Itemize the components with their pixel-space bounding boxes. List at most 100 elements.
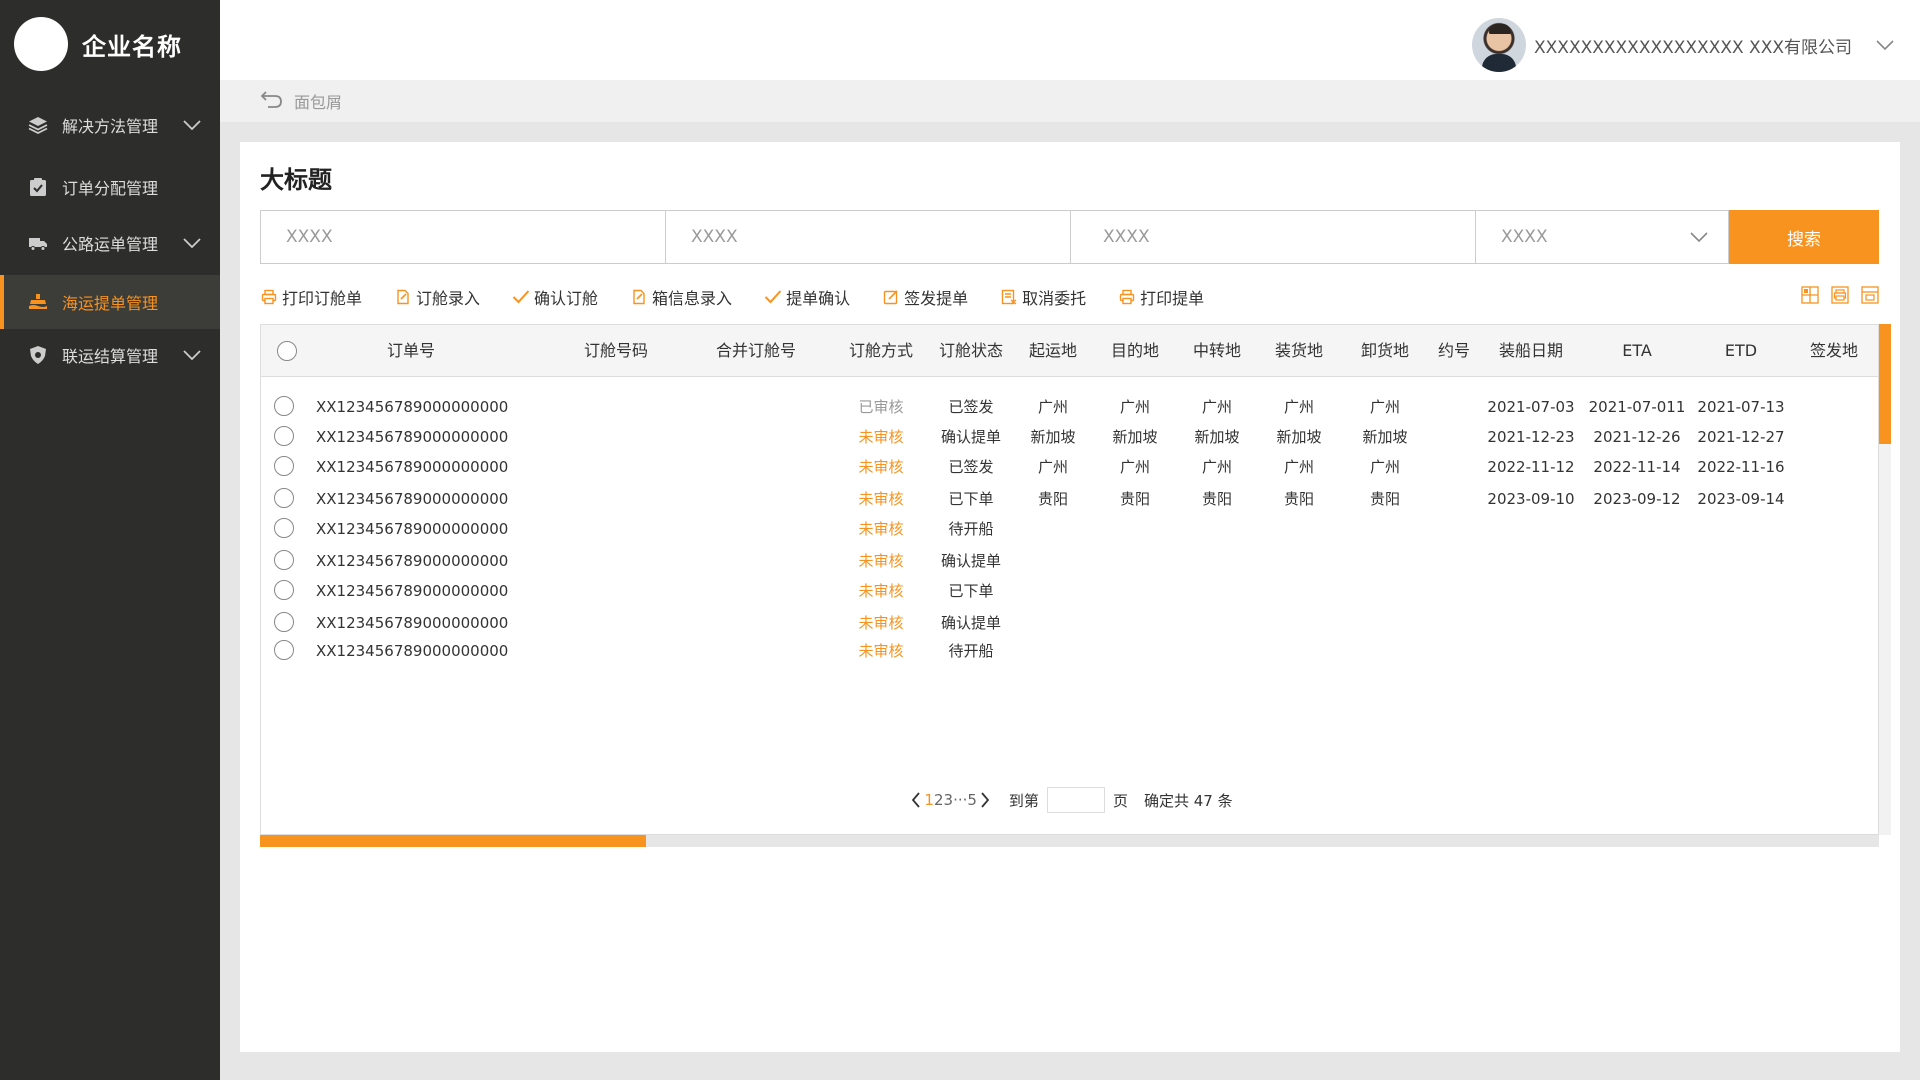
print-icon[interactable] [1830, 285, 1850, 305]
sidebar-item-intermodal-settlement[interactable]: 联运结算管理 [0, 328, 220, 382]
cell-review: 未审核 [858, 458, 904, 476]
search-input-1[interactable] [286, 227, 665, 247]
back-icon[interactable] [260, 89, 284, 113]
cell-unloading [1343, 545, 1427, 577]
issue-bill-button[interactable]: 签发提单 [882, 285, 968, 309]
print-booking-button[interactable]: 打印订舱单 [260, 285, 362, 309]
sidebar-item-label: 解决方法管理 [62, 117, 159, 136]
chevron-down-icon[interactable] [174, 350, 210, 360]
horizontal-scrollbar[interactable] [260, 835, 1879, 847]
table-row[interactable]: XX123456789000000000 未审核 已签发 广州 广州 广州 广州 广州 2022… [261, 451, 1878, 483]
cell-unloading [1343, 575, 1427, 607]
col-merged-no-header[interactable]: 合并订舱号 [681, 325, 831, 377]
row-select-radio[interactable] [274, 396, 294, 416]
cell-order-no: XX123456789000000000 [316, 582, 509, 600]
cell-destination [1095, 635, 1175, 667]
cell-destination: 贵阳 [1119, 490, 1150, 508]
vertical-scrollbar[interactable] [1879, 324, 1891, 835]
col-unloading-header[interactable]: 卸货地 [1343, 325, 1427, 377]
tool-label: 确认订舱 [534, 289, 599, 308]
cell-status: 确认提单 [940, 428, 1001, 446]
row-select-radio[interactable] [274, 456, 294, 476]
search-select[interactable]: XXXX [1475, 210, 1729, 264]
row-select-radio[interactable] [274, 518, 294, 538]
sidebar-item-order-allocation[interactable]: 订单分配管理 [0, 160, 220, 214]
avatar[interactable] [1472, 18, 1527, 72]
col-contract-no-header[interactable]: 约号 [1429, 325, 1479, 377]
col-origin-header[interactable]: 起运地 [1013, 325, 1093, 377]
cell-order-no: XX123456789000000000 [316, 458, 509, 476]
cell-review: 未审核 [858, 490, 904, 508]
chevron-down-icon[interactable] [174, 120, 210, 130]
row-select-radio[interactable] [274, 488, 294, 508]
cell-origin: 新加坡 [1030, 428, 1076, 446]
page-2[interactable]: 2 [934, 791, 944, 809]
row-select-radio[interactable] [274, 580, 294, 600]
print-bill-button[interactable]: 打印提单 [1118, 285, 1204, 309]
search-field-1[interactable] [260, 210, 666, 264]
table-row[interactable]: XX123456789000000000 未审核 待开船 [261, 635, 1878, 667]
sidebar-item-label: 订单分配管理 [62, 179, 159, 198]
search-button[interactable]: 搜索 [1729, 210, 1879, 264]
cell-review: 未审核 [858, 428, 904, 446]
col-etd-header[interactable]: ETD [1691, 325, 1791, 377]
table-row[interactable]: XX123456789000000000 未审核 待开船 [261, 513, 1878, 545]
sidebar-item-sea-bill[interactable]: 海运提单管理 [0, 275, 220, 329]
search-input-2[interactable] [691, 227, 1070, 247]
col-eta-header[interactable]: ETA [1587, 325, 1687, 377]
user-menu[interactable]: XXXXXXXXXXXXXXXXXX XXX有限公司 [1472, 18, 1896, 72]
col-transit-header[interactable]: 中转地 [1177, 325, 1257, 377]
sidebar-item-road-waybill[interactable]: 公路运单管理 [0, 216, 220, 270]
cell-loading [1259, 635, 1339, 667]
bill-confirm-button[interactable]: 提单确认 [764, 285, 850, 309]
cell-loading: 广州 [1283, 398, 1314, 416]
row-select-radio[interactable] [274, 426, 294, 446]
cancel-entrust-button[interactable]: 取消委托 [1000, 285, 1086, 309]
chevron-right-icon[interactable] [977, 792, 993, 808]
table-row[interactable]: XX123456789000000000 未审核 确认提单 [261, 545, 1878, 577]
row-select-radio[interactable] [274, 640, 294, 660]
pagination-summary[interactable]: 确定共 47 条 [1144, 790, 1233, 811]
page-number-input[interactable] [1046, 787, 1105, 813]
tool-label: 订舱录入 [416, 289, 481, 308]
cell-review: 未审核 [858, 552, 904, 570]
col-issue-place-header[interactable]: 签发地 [1791, 325, 1877, 377]
chevron-down-icon[interactable] [1874, 40, 1896, 50]
page-3[interactable]: 3 [944, 791, 954, 809]
row-select-radio[interactable] [274, 550, 294, 570]
table-row[interactable]: XX123456789000000000 已审核 已签发 广州 广州 广州 广州 广州 2021… [261, 391, 1878, 423]
vertical-scrollbar-thumb[interactable] [1879, 324, 1891, 444]
cell-ship-date [1481, 545, 1581, 577]
chevron-left-icon[interactable] [908, 792, 924, 808]
breadcrumb-text[interactable]: 面包屑 [294, 89, 342, 113]
col-ship-date-header[interactable]: 装船日期 [1481, 325, 1581, 377]
page-1[interactable]: 1 [924, 791, 934, 809]
row-select-radio[interactable] [274, 612, 294, 632]
col-booking-no-header[interactable]: 订舱号码 [551, 325, 681, 377]
col-booking-method-header[interactable]: 订舱方式 [831, 325, 931, 377]
brand: 企业名称 [14, 16, 182, 72]
container-info-entry-button[interactable]: 箱信息录入 [630, 285, 732, 309]
grid-view-icon[interactable] [1800, 285, 1820, 305]
search-field-3[interactable] [1070, 210, 1476, 264]
cell-status: 已下单 [948, 582, 994, 600]
col-order-no-header[interactable]: 订单号 [321, 325, 501, 377]
col-loading-header[interactable]: 装货地 [1259, 325, 1339, 377]
search-input-3[interactable] [1103, 227, 1475, 247]
col-destination-header[interactable]: 目的地 [1095, 325, 1175, 377]
horizontal-scrollbar-thumb[interactable] [260, 835, 646, 847]
search-field-2[interactable] [665, 210, 1071, 264]
table-row[interactable]: XX123456789000000000 未审核 已下单 [261, 575, 1878, 607]
ship-icon [28, 292, 48, 312]
select-all-radio[interactable] [277, 341, 297, 361]
page-last[interactable]: 5 [967, 791, 977, 809]
booking-entry-button[interactable]: 订舱录入 [394, 285, 480, 309]
confirm-booking-button[interactable]: 确认订舱 [512, 285, 598, 309]
chevron-down-icon[interactable] [174, 238, 210, 248]
sidebar-item-solutions[interactable]: 解决方法管理 [0, 98, 220, 152]
table-row[interactable]: XX123456789000000000 未审核 确认提单 新加坡 新加坡 新加坡 新加坡 新… [261, 421, 1878, 453]
col-booking-status-header[interactable]: 订舱状态 [931, 325, 1011, 377]
table-row[interactable]: XX123456789000000000 未审核 已下单 贵阳 贵阳 贵阳 贵阳 贵阳 2023… [261, 483, 1878, 515]
cell-status: 已签发 [948, 458, 994, 476]
export-icon[interactable] [1860, 285, 1880, 305]
